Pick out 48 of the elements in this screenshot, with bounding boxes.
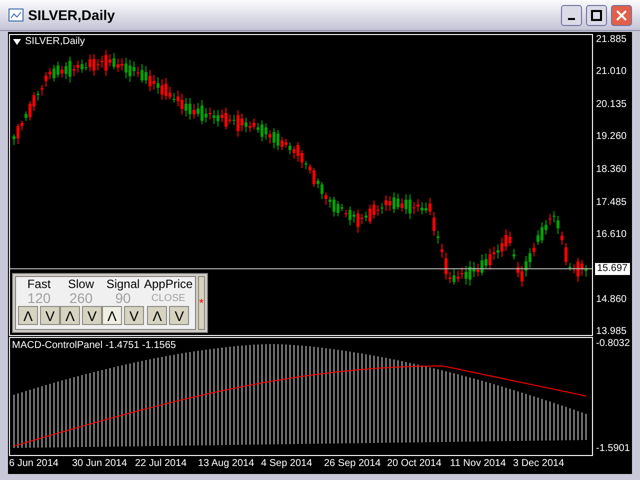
parameter-value: 90 xyxy=(115,291,131,306)
date-axis-label: 20 Oct 2014 xyxy=(387,459,442,469)
date-axis-label: 22 Jul 2014 xyxy=(135,459,187,469)
spin-button[interactable]: Λ xyxy=(147,306,168,325)
price-axis-label: 19.260 xyxy=(596,132,627,142)
spin-button[interactable]: Λ xyxy=(18,306,38,325)
date-axis-label: 26 Sep 2014 xyxy=(324,459,381,469)
date-axis-label: 13 Aug 2014 xyxy=(198,459,254,469)
current-price-label: 15.697 xyxy=(595,262,630,275)
price-axis-label: 21.010 xyxy=(596,67,627,78)
parameter-label: Slow xyxy=(68,277,94,291)
date-axis-label: 3 Dec 2014 xyxy=(513,459,564,469)
spin-button[interactable]: V xyxy=(169,306,190,325)
indicator-axis-label: -1.5901 xyxy=(596,444,631,454)
parameter-label: Signal xyxy=(106,277,140,291)
price-axis-label: 20.135 xyxy=(596,100,627,110)
parameter-value: 120 xyxy=(27,291,51,306)
spin-button[interactable]: V xyxy=(124,306,144,325)
price-axis-label: 14.860 xyxy=(596,294,627,305)
parameter-value: 260 xyxy=(69,291,93,306)
spin-button[interactable]: Λ xyxy=(60,306,80,325)
minimize-button[interactable] xyxy=(561,4,582,26)
parameter-value: CLOSE xyxy=(151,292,186,306)
spin-button[interactable]: V xyxy=(40,306,60,325)
indicator-axis-label: -0.8032 xyxy=(596,339,631,349)
minimize-icon xyxy=(568,18,575,20)
parameter-label: Fast xyxy=(27,277,51,291)
spin-button[interactable]: V xyxy=(82,306,102,325)
chart-window-icon xyxy=(8,7,24,23)
date-axis-label: 11 Nov 2014 xyxy=(450,459,506,469)
price-axis-label: 21.885 xyxy=(596,35,627,45)
maximize-icon xyxy=(591,10,602,20)
close-icon xyxy=(616,10,627,20)
maximize-button[interactable] xyxy=(586,4,607,26)
indicator-label: MACD-ControlPanel -1.4751 -1.1565 xyxy=(12,341,176,351)
price-axis-label: 13.985 xyxy=(596,327,627,337)
parameter-label: AppPrice xyxy=(144,277,193,291)
price-axis-label: 18.360 xyxy=(596,165,627,176)
dropdown-triangle-icon xyxy=(13,39,21,45)
window-title: SILVER,Daily xyxy=(28,6,116,25)
date-axis-label: 4 Sep 2014 xyxy=(261,459,312,469)
date-axis-label: 30 Jun 2014 xyxy=(72,459,128,469)
price-axis-label: 17.485 xyxy=(596,198,627,208)
spin-button[interactable]: Λ xyxy=(102,306,122,325)
close-button[interactable] xyxy=(611,4,632,26)
chart-label: SILVER,Daily xyxy=(25,37,85,47)
date-axis-label: 6 Jun 2014 xyxy=(9,459,58,469)
price-axis-label: 16.610 xyxy=(596,230,627,240)
